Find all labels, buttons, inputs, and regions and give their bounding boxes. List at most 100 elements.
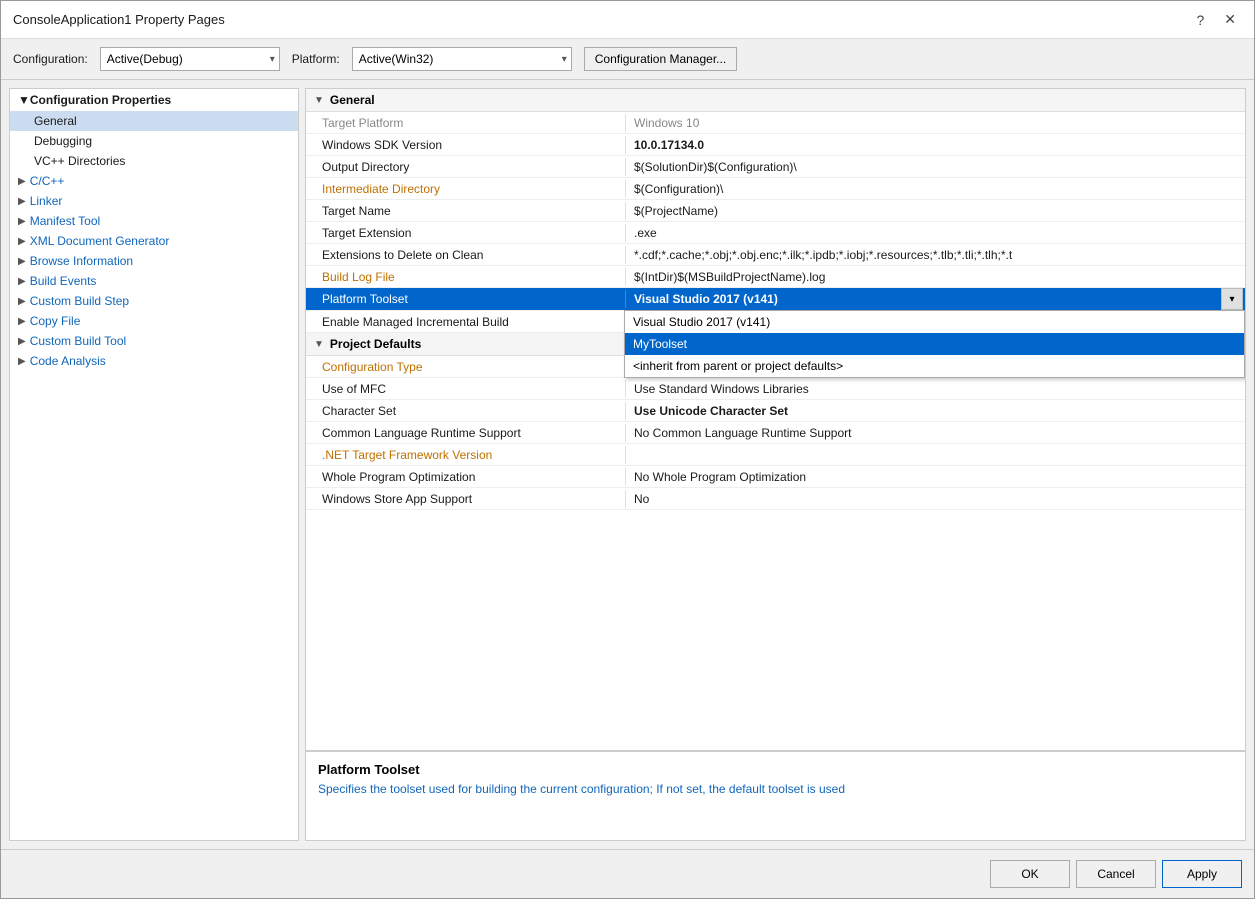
prop-name-output-dir: Output Directory xyxy=(306,158,626,176)
prop-row-target-name[interactable]: Target Name $(ProjectName) xyxy=(306,200,1245,222)
prop-row-net-version[interactable]: .NET Target Framework Version xyxy=(306,444,1245,466)
dropdown-option-mytoolset[interactable]: MyToolset xyxy=(625,333,1244,355)
prop-value-target-platform: Windows 10 xyxy=(626,114,1245,132)
help-button[interactable]: ? xyxy=(1190,10,1210,30)
config-dropdown-arrow: ▾ xyxy=(270,54,275,65)
sidebar: ▼ Configuration Properties General Debug… xyxy=(9,88,299,841)
platform-dropdown-arrow: ▾ xyxy=(562,54,567,65)
prop-name-windows-store: Windows Store App Support xyxy=(306,490,626,508)
custom-build-tool-expand-arrow: ▶ xyxy=(18,336,26,347)
prop-value-windows-store: No xyxy=(626,490,1245,508)
sidebar-item-xml-doc[interactable]: ▶ XML Document Generator xyxy=(10,231,298,251)
prop-name-windows-sdk: Windows SDK Version xyxy=(306,136,626,154)
xml-expand-arrow: ▶ xyxy=(18,236,26,247)
main-content: ▼ Configuration Properties General Debug… xyxy=(1,80,1254,849)
root-collapse-arrow: ▼ xyxy=(18,93,30,107)
sidebar-item-general[interactable]: General xyxy=(10,111,298,131)
prop-name-intermediate-dir: Intermediate Directory xyxy=(306,180,626,198)
close-button[interactable]: ✕ xyxy=(1218,9,1242,30)
prop-value-whole-program: No Whole Program Optimization xyxy=(626,468,1245,486)
sidebar-item-build-events[interactable]: ▶ Build Events xyxy=(10,271,298,291)
prop-value-character-set: Use Unicode Character Set xyxy=(626,402,1245,420)
build-events-expand-arrow: ▶ xyxy=(18,276,26,287)
sidebar-item-custom-build-tool[interactable]: ▶ Custom Build Tool xyxy=(10,331,298,351)
platform-toolset-dropdown-btn[interactable]: ▾ xyxy=(1221,288,1243,310)
platform-dropdown[interactable]: Active(Win32) ▾ xyxy=(352,47,572,71)
prop-row-windows-store[interactable]: Windows Store App Support No xyxy=(306,488,1245,510)
prop-name-target-name: Target Name xyxy=(306,202,626,220)
prop-name-build-log: Build Log File xyxy=(306,268,626,286)
platform-toolset-dropdown: Visual Studio 2017 (v141) MyToolset <inh… xyxy=(624,310,1245,378)
prop-value-output-dir: $(SolutionDir)$(Configuration)\ xyxy=(626,158,1245,176)
prop-value-platform-toolset-container: Visual Studio 2017 (v141) ▾ xyxy=(626,288,1245,310)
prop-row-clr-support[interactable]: Common Language Runtime Support No Commo… xyxy=(306,422,1245,444)
toolbar: Configuration: Active(Debug) ▾ Platform:… xyxy=(1,39,1254,80)
ok-button[interactable]: OK xyxy=(990,860,1070,888)
prop-row-platform-toolset[interactable]: Platform Toolset Visual Studio 2017 (v14… xyxy=(306,288,1245,311)
info-panel-description: Specifies the toolset used for building … xyxy=(318,781,1233,798)
prop-row-target-platform: Target Platform Windows 10 xyxy=(306,112,1245,134)
copy-file-expand-arrow: ▶ xyxy=(18,316,26,327)
config-manager-button[interactable]: Configuration Manager... xyxy=(584,47,737,71)
sidebar-item-browse-info[interactable]: ▶ Browse Information xyxy=(10,251,298,271)
properties-area: ▼ General Target Platform Windows 10 Win… xyxy=(306,89,1245,750)
apply-button[interactable]: Apply xyxy=(1162,860,1242,888)
sidebar-item-linker[interactable]: ▶ Linker xyxy=(10,191,298,211)
sidebar-root-header: ▼ Configuration Properties xyxy=(10,89,298,111)
prop-name-clr-support: Common Language Runtime Support xyxy=(306,424,626,442)
prop-row-character-set[interactable]: Character Set Use Unicode Character Set xyxy=(306,400,1245,422)
empty-space xyxy=(306,510,1245,590)
info-panel: Platform Toolset Specifies the toolset u… xyxy=(306,750,1245,840)
prop-row-whole-program[interactable]: Whole Program Optimization No Whole Prog… xyxy=(306,466,1245,488)
prop-name-target-platform: Target Platform xyxy=(306,114,626,132)
prop-row-build-log[interactable]: Build Log File $(IntDir)$(MSBuildProject… xyxy=(306,266,1245,288)
cancel-button[interactable]: Cancel xyxy=(1076,860,1156,888)
property-pages-window: ConsoleApplication1 Property Pages ? ✕ C… xyxy=(0,0,1255,899)
prop-value-use-mfc: Use Standard Windows Libraries xyxy=(626,380,1245,398)
prop-name-whole-program: Whole Program Optimization xyxy=(306,468,626,486)
project-defaults-section-arrow: ▼ xyxy=(314,339,324,350)
title-bar: ConsoleApplication1 Property Pages ? ✕ xyxy=(1,1,1254,39)
prop-value-net-version xyxy=(626,453,1245,457)
dropdown-option-vs2017[interactable]: Visual Studio 2017 (v141) xyxy=(625,311,1244,333)
prop-name-extensions-delete: Extensions to Delete on Clean xyxy=(306,246,626,264)
code-analysis-expand-arrow: ▶ xyxy=(18,356,26,367)
prop-value-platform-toolset: Visual Studio 2017 (v141) xyxy=(626,290,1221,308)
prop-name-platform-toolset: Platform Toolset xyxy=(306,290,626,308)
prop-value-windows-sdk: 10.0.17134.0 xyxy=(626,136,1245,154)
prop-row-use-mfc[interactable]: Use of MFC Use Standard Windows Librarie… xyxy=(306,378,1245,400)
prop-row-output-dir[interactable]: Output Directory $(SolutionDir)$(Configu… xyxy=(306,156,1245,178)
prop-row-intermediate-dir[interactable]: Intermediate Directory $(Configuration)\ xyxy=(306,178,1245,200)
prop-value-clr-support: No Common Language Runtime Support xyxy=(626,424,1245,442)
title-bar-controls: ? ✕ xyxy=(1190,9,1242,30)
manifest-expand-arrow: ▶ xyxy=(18,216,26,227)
prop-name-config-type: Configuration Type xyxy=(306,358,626,376)
sidebar-item-cpp[interactable]: ▶ C/C++ xyxy=(10,171,298,191)
platform-label: Platform: xyxy=(292,52,340,66)
prop-name-target-extension: Target Extension xyxy=(306,224,626,242)
sidebar-item-code-analysis[interactable]: ▶ Code Analysis xyxy=(10,351,298,371)
sidebar-item-manifest-tool[interactable]: ▶ Manifest Tool xyxy=(10,211,298,231)
general-section-header: ▼ General xyxy=(306,89,1245,112)
general-section-arrow: ▼ xyxy=(314,95,324,106)
dropdown-option-inherit[interactable]: <inherit from parent or project defaults… xyxy=(625,355,1244,377)
prop-name-net-version: .NET Target Framework Version xyxy=(306,446,626,464)
prop-row-target-extension[interactable]: Target Extension .exe xyxy=(306,222,1245,244)
prop-value-target-extension: .exe xyxy=(626,224,1245,242)
prop-value-build-log: $(IntDir)$(MSBuildProjectName).log xyxy=(626,268,1245,286)
config-label: Configuration: xyxy=(13,52,88,66)
browse-expand-arrow: ▶ xyxy=(18,256,26,267)
right-panel: ▼ General Target Platform Windows 10 Win… xyxy=(305,88,1246,841)
config-dropdown[interactable]: Active(Debug) ▾ xyxy=(100,47,280,71)
prop-row-extensions-delete[interactable]: Extensions to Delete on Clean *.cdf;*.ca… xyxy=(306,244,1245,266)
sidebar-item-vc-directories[interactable]: VC++ Directories xyxy=(10,151,298,171)
prop-row-windows-sdk: Windows SDK Version 10.0.17134.0 xyxy=(306,134,1245,156)
sidebar-item-custom-build-step[interactable]: ▶ Custom Build Step xyxy=(10,291,298,311)
prop-name-use-mfc: Use of MFC xyxy=(306,380,626,398)
prop-value-extensions-delete: *.cdf;*.cache;*.obj;*.obj.enc;*.ilk;*.ip… xyxy=(626,246,1245,264)
prop-name-character-set: Character Set xyxy=(306,402,626,420)
sidebar-item-debugging[interactable]: Debugging xyxy=(10,131,298,151)
custom-build-step-expand-arrow: ▶ xyxy=(18,296,26,307)
prop-value-intermediate-dir: $(Configuration)\ xyxy=(626,180,1245,198)
sidebar-item-copy-file[interactable]: ▶ Copy File xyxy=(10,311,298,331)
